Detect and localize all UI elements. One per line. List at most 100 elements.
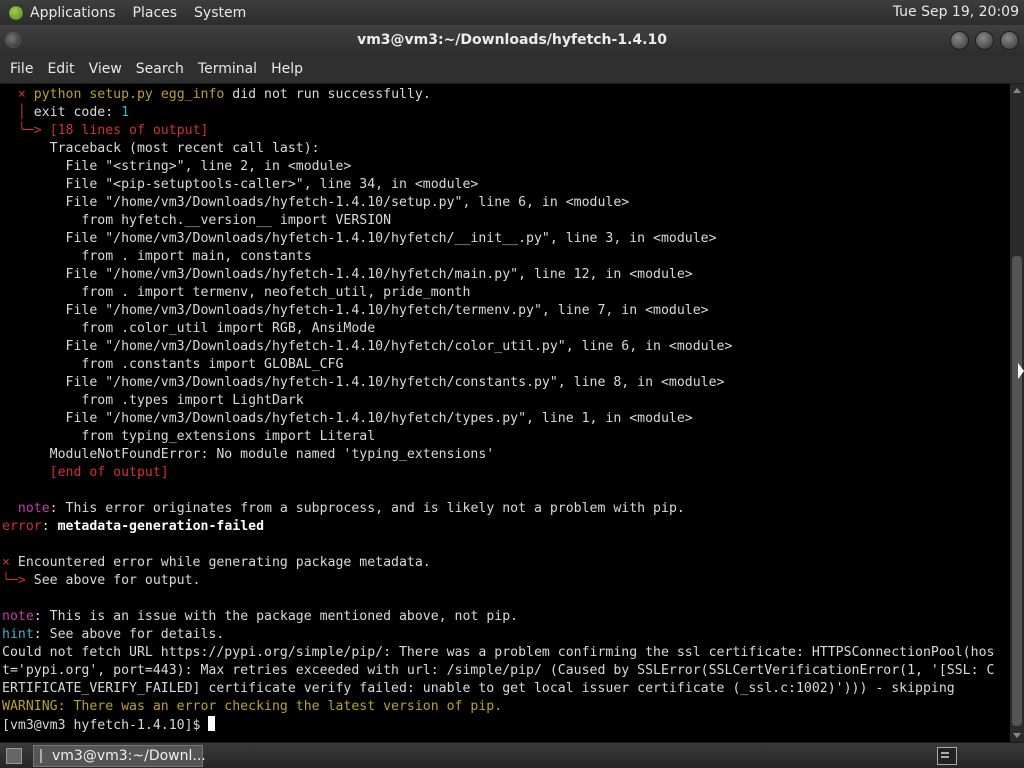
mouse-pointer-icon	[1018, 363, 1024, 379]
menu-search[interactable]: Search	[136, 61, 184, 77]
terminal-text: : This is an issue with the package ment…	[33, 609, 519, 624]
menu-file[interactable]: File	[10, 61, 33, 77]
terminal-text: : This error originates from a subproces…	[49, 501, 685, 516]
bottom-panel: vm3@vm3:~/Downl...	[0, 743, 1024, 768]
menu-places[interactable]: Places	[133, 5, 178, 21]
terminal-text: [18 lines of output]	[41, 123, 209, 138]
terminal-text: ╰─>	[2, 573, 26, 588]
terminal-line: File "/home/vm3/Downloads/hyfetch-1.4.10…	[2, 266, 994, 284]
window-title: vm3@vm3:~/Downloads/hyfetch-1.4.10	[357, 32, 667, 48]
terminal-text: File "<string>", line 2, in <module>	[2, 159, 352, 174]
terminal-text: ╰─>	[17, 123, 42, 138]
terminal-text: File "/home/vm3/Downloads/hyfetch-1.4.10…	[2, 267, 693, 282]
terminal-text: File "/home/vm3/Downloads/hyfetch-1.4.10…	[2, 303, 709, 318]
maximize-button[interactable]	[975, 31, 994, 50]
terminal-text: File "/home/vm3/Downloads/hyfetch-1.4.10…	[2, 411, 693, 426]
terminal-text: error	[2, 519, 42, 534]
terminal-text: from .constants import GLOBAL_CFG	[2, 357, 344, 372]
workspace-switcher-icon[interactable]	[937, 747, 957, 765]
terminal-line: File "<string>", line 2, in <module>	[2, 158, 994, 176]
terminal-line: from hyfetch.__version__ import VERSION	[2, 212, 994, 230]
scrollbar-thumb[interactable]	[1012, 256, 1022, 726]
terminal-line: from .color_util import RGB, AnsiMode	[2, 320, 994, 338]
terminal-text: from . import termenv, neofetch_util, pr…	[2, 285, 471, 300]
terminal-text: note	[2, 609, 34, 624]
terminal-text: ×	[2, 555, 18, 570]
terminal-text: t='pypi.org', port=443): Max retries exc…	[2, 663, 995, 678]
terminal-text: from .types import LightDark	[2, 393, 304, 408]
terminal-text: from .color_util import RGB, AnsiMode	[2, 321, 376, 336]
terminal-scrollbar[interactable]	[1010, 84, 1024, 742]
terminal-text: from typing_extensions import Literal	[2, 429, 376, 444]
terminal-line: ╰─> [18 lines of output]	[2, 122, 994, 140]
terminal-line: File "/home/vm3/Downloads/hyfetch-1.4.10…	[2, 374, 994, 392]
terminal-line: ModuleNotFoundError: No module named 'ty…	[2, 446, 994, 464]
terminal-lines: × python setup.py egg_info did not run s…	[2, 86, 994, 734]
terminal-text: ERTIFICATE_VERIFY_FAILED] certificate ve…	[2, 681, 955, 696]
terminal-line: note: This error originates from a subpr…	[2, 500, 994, 518]
terminal-line: t='pypi.org', port=443): Max retries exc…	[2, 662, 994, 680]
minimize-button[interactable]	[950, 31, 969, 50]
terminal-text: Traceback (most recent call last):	[2, 141, 320, 156]
menu-terminal[interactable]: Terminal	[198, 61, 257, 77]
menu-applications[interactable]: Applications	[30, 5, 116, 21]
show-desktop-button[interactable]	[6, 748, 22, 764]
top-panel: Applications Places System Tue Sep 19, 2…	[0, 0, 1024, 25]
terminal-text: :	[41, 519, 58, 534]
menu-edit[interactable]: Edit	[47, 61, 74, 77]
terminal-text: Could not fetch URL https://pypi.org/sim…	[2, 645, 995, 660]
terminal-text: note	[17, 501, 50, 516]
menu-view[interactable]: View	[89, 61, 122, 77]
terminal-line: File "/home/vm3/Downloads/hyfetch-1.4.10…	[2, 194, 994, 212]
taskbar-terminal-button[interactable]: vm3@vm3:~/Downl...	[33, 745, 206, 767]
terminal-text: from hyfetch.__version__ import VERSION	[2, 213, 392, 228]
terminal-line: File "/home/vm3/Downloads/hyfetch-1.4.10…	[2, 410, 994, 428]
window-titlebar[interactable]: vm3@vm3:~/Downloads/hyfetch-1.4.10	[0, 25, 1024, 55]
terminal-line: ╰─> See above for output.	[2, 572, 994, 590]
terminal-text: │	[17, 105, 26, 120]
terminal-text: [end of output]	[49, 465, 169, 480]
terminal-line: from . import termenv, neofetch_util, pr…	[2, 284, 994, 302]
terminal-line: File "/home/vm3/Downloads/hyfetch-1.4.10…	[2, 302, 994, 320]
terminal-line: ERTIFICATE_VERIFY_FAILED] certificate ve…	[2, 680, 994, 698]
terminal-output[interactable]: × python setup.py egg_info did not run s…	[0, 84, 1010, 742]
terminal-line: Traceback (most recent call last):	[2, 140, 994, 158]
terminal-line: error: metadata-generation-failed	[2, 518, 994, 536]
terminal-line: × Encountered error while generating pac…	[2, 554, 994, 572]
menu-system[interactable]: System	[194, 5, 246, 21]
terminal-line: [vm3@vm3 hyfetch-1.4.10]$	[2, 716, 994, 734]
terminal-text: File "<pip-setuptools-caller>", line 34,…	[2, 177, 479, 192]
scroll-down-icon[interactable]	[1013, 733, 1021, 738]
terminal-line: from typing_extensions import Literal	[2, 428, 994, 446]
terminal-text: File "/home/vm3/Downloads/hyfetch-1.4.10…	[2, 231, 717, 246]
terminal-line: × python setup.py egg_info did not run s…	[2, 86, 994, 104]
terminal-text: from . import main, constants	[2, 249, 312, 264]
terminal-line: [end of output]	[2, 464, 994, 482]
terminal-line: │ exit code: 1	[2, 104, 994, 122]
terminal-line: File "/home/vm3/Downloads/hyfetch-1.4.10…	[2, 338, 994, 356]
terminal-text: did not run successfully.	[224, 87, 431, 102]
terminal-text: File "/home/vm3/Downloads/hyfetch-1.4.10…	[2, 339, 733, 354]
terminal-text: WARNING: There was an error checking the…	[2, 699, 503, 714]
terminal-text: File "/home/vm3/Downloads/hyfetch-1.4.10…	[2, 375, 725, 390]
terminal-line: from .types import LightDark	[2, 392, 994, 410]
clock[interactable]: Tue Sep 19, 20:09	[893, 4, 1019, 20]
terminal-menubar: File Edit View Search Terminal Help	[0, 55, 1024, 84]
terminal-text: See above for output.	[25, 573, 201, 588]
terminal-line: note: This is an issue with the package …	[2, 608, 994, 626]
menu-help[interactable]: Help	[271, 61, 303, 77]
terminal-text: ModuleNotFoundError: No module named 'ty…	[2, 447, 495, 462]
scroll-up-icon[interactable]	[1013, 88, 1021, 93]
close-button[interactable]	[1000, 31, 1019, 50]
terminal-text: exit code:	[25, 105, 122, 120]
text-cursor	[208, 716, 216, 731]
distro-logo-icon[interactable]	[8, 4, 24, 21]
terminal-line: hint: See above for details.	[2, 626, 994, 644]
